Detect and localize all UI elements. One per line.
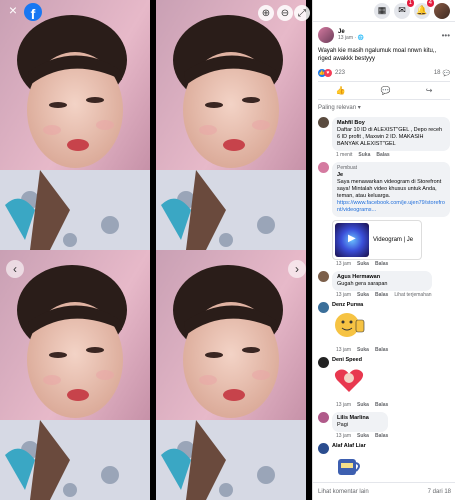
commenter-name[interactable]: Lilis Marlina [337,415,383,422]
author-avatar[interactable] [318,27,334,43]
comment-item: Agus Hermawan Gugah gera sarapan 13 jam … [313,269,455,300]
facebook-logo-icon[interactable]: f [24,3,42,21]
messenger-badge: 1 [406,0,414,7]
menu-grid-icon[interactable]: ▦ [374,2,390,19]
commenter-name[interactable]: Mahfil Boy [337,120,445,127]
like-button-icon[interactable]: 👍 [336,86,346,95]
videogram-thumbnail[interactable] [335,223,369,257]
messenger-icon[interactable]: ✉ 1 [394,0,414,19]
comment-item: Pembuat Je Saya menawarkan videogram di … [313,160,455,269]
reaction-count[interactable]: 223 [335,70,345,76]
comment-sort-dropdown[interactable]: Paling relevan ▾ [313,100,455,115]
comment-item: Lilis Marlina Pagi 13 jam Suka Balas [313,410,455,441]
comment-text: Pagi [337,422,349,428]
storefront-link[interactable]: https://www.facebook.com/je.ujen79/store… [337,200,445,214]
comment-item: Deni Speed 13 jam Suka Balas [313,355,455,410]
commenter-avatar[interactable] [318,271,329,282]
heart-sticker [334,369,364,392]
notifications-icon[interactable]: 🔔 4 [414,0,434,19]
comment-reply-button[interactable]: Balas [375,402,388,408]
post-details-panel: ▦ ✉ 1 🔔 4 Je 13 jam · 🌐 ••• Wayah kie masi… [312,0,455,500]
commenter-avatar[interactable] [318,117,329,128]
see-translation-link[interactable]: Lihat terjemahan [394,292,431,298]
commenter-name[interactable]: Je [337,172,445,179]
creator-label: Pembuat [337,165,358,171]
comment-reply-button[interactable]: Balas [375,261,388,267]
post-caption: Wayah kie masih ngalumuk moal nnwn kitu,… [318,48,437,62]
videogram-title[interactable]: Videogram | Je [373,237,413,243]
post-actions: 👍 💬 ↪ [318,81,450,100]
more-options-icon[interactable]: ••• [442,31,450,40]
comment-like-button[interactable]: Suka [357,433,369,439]
comment-like-button[interactable]: Suka [358,152,370,158]
commenter-avatar[interactable] [318,357,329,368]
comment-like-button[interactable]: Suka [357,292,369,298]
comment-pagination: 7 dari 18 [427,488,451,495]
comment-time[interactable]: 13 jam [336,347,351,353]
comment-count[interactable]: 18 [434,70,441,76]
commenter-avatar[interactable] [318,412,329,423]
comment-time[interactable]: 13 jam [336,433,351,439]
reaction-summary: 👍 ♥ 223 18 💬 [313,65,455,81]
notifications-badge: 4 [426,0,434,7]
comment-text: Gugah gera sarapan [337,281,388,287]
commenter-name[interactable]: Denz Purwa [332,302,388,308]
zoom-in-icon[interactable]: ⊕ [258,5,274,21]
commenter-name[interactable]: Alaf Alaf Liar [332,443,366,449]
post-photo[interactable] [0,0,312,500]
comment-reply-button[interactable]: Balas [375,347,388,353]
comment-button-icon[interactable]: 💬 [381,86,391,95]
post-time[interactable]: 13 jam · [338,35,357,41]
post-header: Je 13 jam · 🌐 ••• [313,22,455,45]
commenter-avatar[interactable] [318,162,329,173]
videogram-card[interactable]: Videogram | Je [332,220,422,260]
comment-text: Saya menawarkan videogram di Storefront … [337,179,442,199]
thumbs-up-sticker [335,313,365,337]
comment-like-button[interactable]: Suka [357,347,369,353]
globe-icon: 🌐 [357,35,364,41]
comment-bubble: Agus Hermawan Gugah gera sarapan [332,271,432,291]
comment-reply-button[interactable]: Balas [375,433,388,439]
comment-time[interactable]: 1 menit [336,152,352,158]
coffee-cup-sticker [338,459,360,475]
comment-item: Mahfil Boy Daftar 10 ID di ALEXIST"GEL ,… [313,115,455,160]
previous-photo-button[interactable]: ‹ [6,260,24,278]
top-navigation: ▦ ✉ 1 🔔 4 [313,0,455,22]
love-reaction-icon: ♥ [324,69,332,77]
comment-time[interactable]: 13 jam [336,261,351,267]
comment-bubble: Lilis Marlina Pagi [332,412,389,432]
comment-reply-button[interactable]: Balas [376,152,389,158]
close-icon[interactable]: × [6,3,20,17]
share-button-icon[interactable]: ↪ [426,86,433,95]
comments-footer: Lihat komentar lain 7 dari 18 [313,482,455,500]
view-more-comments-link[interactable]: Lihat komentar lain [318,489,369,495]
comment-bubble: Mahfil Boy Daftar 10 ID di ALEXIST"GEL ,… [332,117,450,151]
fullscreen-icon[interactable]: ⤢ [294,5,310,21]
commenter-name[interactable]: Agus Hermawan [337,274,427,281]
comment-reply-button[interactable]: Balas [375,292,388,298]
comment-bubble: Pembuat Je Saya menawarkan videogram di … [332,162,450,217]
comment-time[interactable]: 13 jam [336,292,351,298]
comment-time[interactable]: 13 jam [336,402,351,408]
comment-count-icon: 💬 [442,70,450,77]
zoom-out-icon[interactable]: ⊖ [277,5,293,21]
commenter-name[interactable]: Deni Speed [332,357,388,363]
next-photo-button[interactable]: › [288,260,306,278]
commenter-avatar[interactable] [318,443,329,454]
account-avatar[interactable] [434,2,450,19]
photo-viewer: × f ⊕ ⊖ ⤢ ‹ › [0,0,312,500]
comment-like-button[interactable]: Suka [357,261,369,267]
commenter-avatar[interactable] [318,302,329,313]
comment-text: Daftar 10 ID di ALEXIST"GEL , Depo receh… [337,127,443,147]
comment-like-button[interactable]: Suka [357,402,369,408]
comment-item: Denz Purwa 13 jam Suka Balas [313,300,455,355]
